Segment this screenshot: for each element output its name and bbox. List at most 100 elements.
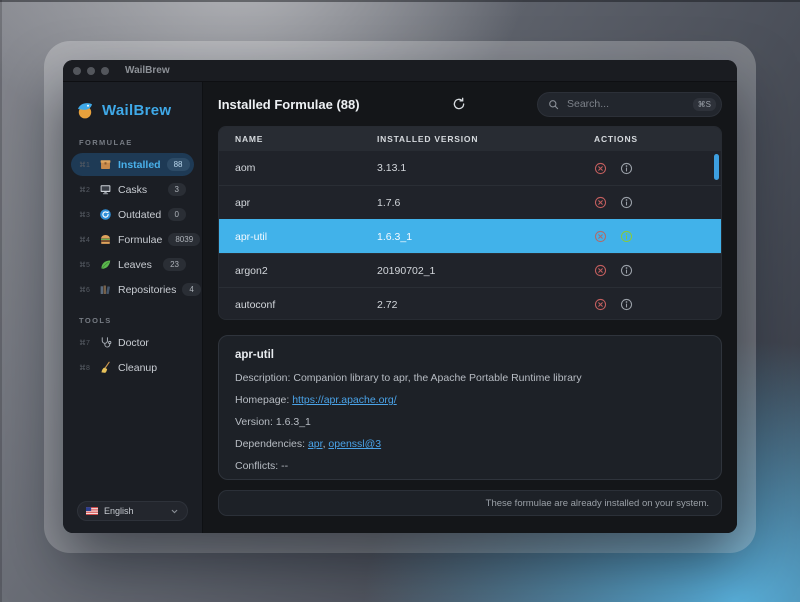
search-input[interactable] xyxy=(565,97,687,111)
cell-version: 20190702_1 xyxy=(361,265,578,277)
uninstall-button[interactable] xyxy=(594,298,607,311)
zoom-window-button[interactable] xyxy=(101,67,109,75)
section-label-tools: TOOLS xyxy=(63,302,202,330)
cell-name: apr-util xyxy=(219,231,361,243)
status-bar: These formulae are already installed on … xyxy=(218,490,722,516)
info-button[interactable] xyxy=(620,264,633,277)
sidebar-item-label: Repositories xyxy=(118,284,176,296)
page-title: Installed Formulae (88) xyxy=(218,97,360,112)
main-header: Installed Formulae (88) ⌘S xyxy=(218,82,722,126)
search-shortcut-badge: ⌘S xyxy=(693,98,716,111)
uninstall-button[interactable] xyxy=(594,264,607,277)
wailbrew-window: WailBrew WailBrew FORMULAE ⌘1 xyxy=(63,60,737,533)
detail-version: Version: 1.6.3_1 xyxy=(235,416,705,428)
detail-version-value: 1.6.3_1 xyxy=(276,416,311,428)
status-text: These formulae are already installed on … xyxy=(486,498,709,509)
sidebar-item-cleanup[interactable]: ⌘8 Cleanup xyxy=(71,356,194,379)
info-button[interactable] xyxy=(620,230,633,243)
info-button[interactable] xyxy=(620,162,633,175)
cell-name: apr xyxy=(219,197,361,209)
count-badge: 4 xyxy=(182,283,200,296)
cell-version: 1.7.6 xyxy=(361,197,578,209)
shortcut-label: ⌘8 xyxy=(79,364,93,372)
sidebar-item-label: Casks xyxy=(118,184,162,196)
repositories-icon xyxy=(99,283,112,296)
us-flag-icon xyxy=(86,507,98,515)
main-content: Installed Formulae (88) ⌘S xyxy=(203,82,737,533)
language-label: English xyxy=(104,506,134,516)
info-circle-icon xyxy=(620,298,633,311)
cell-name: aom xyxy=(219,162,361,174)
wailbrew-logo-icon xyxy=(75,100,95,120)
detail-version-label: Version: xyxy=(235,416,276,428)
search-icon xyxy=(548,99,559,110)
column-header-actions: ACTIONS xyxy=(578,134,721,144)
shortcut-label: ⌘1 xyxy=(79,161,93,169)
detail-description-value: Companion library to apr, the Apache Por… xyxy=(293,372,581,384)
refresh-button[interactable] xyxy=(452,97,466,111)
cleanup-icon xyxy=(99,361,112,374)
sidebar-item-casks[interactable]: ⌘2 Casks 3 xyxy=(71,178,194,201)
x-circle-icon xyxy=(594,162,607,175)
language-select[interactable]: English xyxy=(77,501,188,521)
uninstall-button[interactable] xyxy=(594,162,607,175)
table-row-apr[interactable]: apr 1.7.6 xyxy=(219,185,721,219)
uninstall-button[interactable] xyxy=(594,196,607,209)
sidebar-item-label: Doctor xyxy=(118,337,186,349)
close-window-button[interactable] xyxy=(73,67,81,75)
detail-homepage-label: Homepage: xyxy=(235,394,292,406)
cell-version: 2.72 xyxy=(361,299,578,311)
formulae-icon xyxy=(99,233,112,246)
sidebar-item-label: Outdated xyxy=(118,209,162,221)
sidebar-item-outdated[interactable]: ⌘3 Outdated 0 xyxy=(71,203,194,226)
shortcut-label: ⌘7 xyxy=(79,339,93,347)
dependency-link-openssl[interactable]: openssl@3 xyxy=(328,438,381,450)
sidebar-item-label: Installed xyxy=(118,159,161,171)
minimize-window-button[interactable] xyxy=(87,67,95,75)
cell-name: autoconf xyxy=(219,299,361,311)
table-row-argon2[interactable]: argon2 20190702_1 xyxy=(219,253,721,287)
shortcut-label: ⌘6 xyxy=(79,286,93,294)
count-badge: 23 xyxy=(163,258,186,271)
casks-icon xyxy=(99,183,112,196)
x-circle-icon xyxy=(594,230,607,243)
table-row-apr-util-selected[interactable]: apr-util 1.6.3_1 xyxy=(219,219,721,253)
table-scrollbar[interactable] xyxy=(714,154,719,180)
titlebar: WailBrew xyxy=(63,60,737,82)
table-header-row: NAME INSTALLED VERSION ACTIONS xyxy=(219,127,721,151)
desktop-background: WailBrew WailBrew FORMULAE ⌘1 xyxy=(0,0,800,602)
search-field[interactable]: ⌘S xyxy=(537,92,722,117)
sidebar: WailBrew FORMULAE ⌘1 Installed 88 ⌘2 xyxy=(63,82,203,533)
table-row-aom[interactable]: aom 3.13.1 xyxy=(219,151,721,185)
cell-name: argon2 xyxy=(219,265,361,277)
info-button[interactable] xyxy=(620,298,633,311)
formulae-table: NAME INSTALLED VERSION ACTIONS aom 3.13.… xyxy=(218,126,722,320)
x-circle-icon xyxy=(594,264,607,277)
info-circle-icon xyxy=(620,162,633,175)
detail-title: apr-util xyxy=(235,349,705,361)
sidebar-item-leaves[interactable]: ⌘5 Leaves 23 xyxy=(71,253,194,276)
section-label-formulae: FORMULAE xyxy=(63,124,202,152)
detail-panel: apr-util Description: Companion library … xyxy=(218,335,722,480)
sidebar-item-doctor[interactable]: ⌘7 Doctor xyxy=(71,331,194,354)
shortcut-label: ⌘5 xyxy=(79,261,93,269)
detail-conflicts-value: -- xyxy=(281,460,288,472)
chevron-down-icon xyxy=(170,507,179,516)
detail-conflicts: Conflicts: -- xyxy=(235,460,705,472)
sidebar-item-formulae[interactable]: ⌘4 Formulae 8039 xyxy=(71,228,194,251)
info-button[interactable] xyxy=(620,196,633,209)
leaf-icon xyxy=(99,258,112,271)
sidebar-item-repositories[interactable]: ⌘6 Repositories 4 xyxy=(71,278,194,301)
homepage-link[interactable]: https://apr.apache.org/ xyxy=(292,394,397,406)
detail-homepage: Homepage: https://apr.apache.org/ xyxy=(235,394,705,406)
detail-conflicts-label: Conflicts: xyxy=(235,460,281,472)
column-header-name: NAME xyxy=(219,134,361,144)
detail-dependencies-label: Dependencies: xyxy=(235,438,308,450)
uninstall-button[interactable] xyxy=(594,230,607,243)
sidebar-item-installed[interactable]: ⌘1 Installed 88 xyxy=(71,153,194,176)
cell-version: 3.13.1 xyxy=(361,162,578,174)
table-row-autoconf[interactable]: autoconf 2.72 xyxy=(219,287,721,320)
count-badge: 8039 xyxy=(168,233,200,246)
dependency-link-apr[interactable]: apr xyxy=(308,438,323,450)
package-icon xyxy=(99,158,112,171)
